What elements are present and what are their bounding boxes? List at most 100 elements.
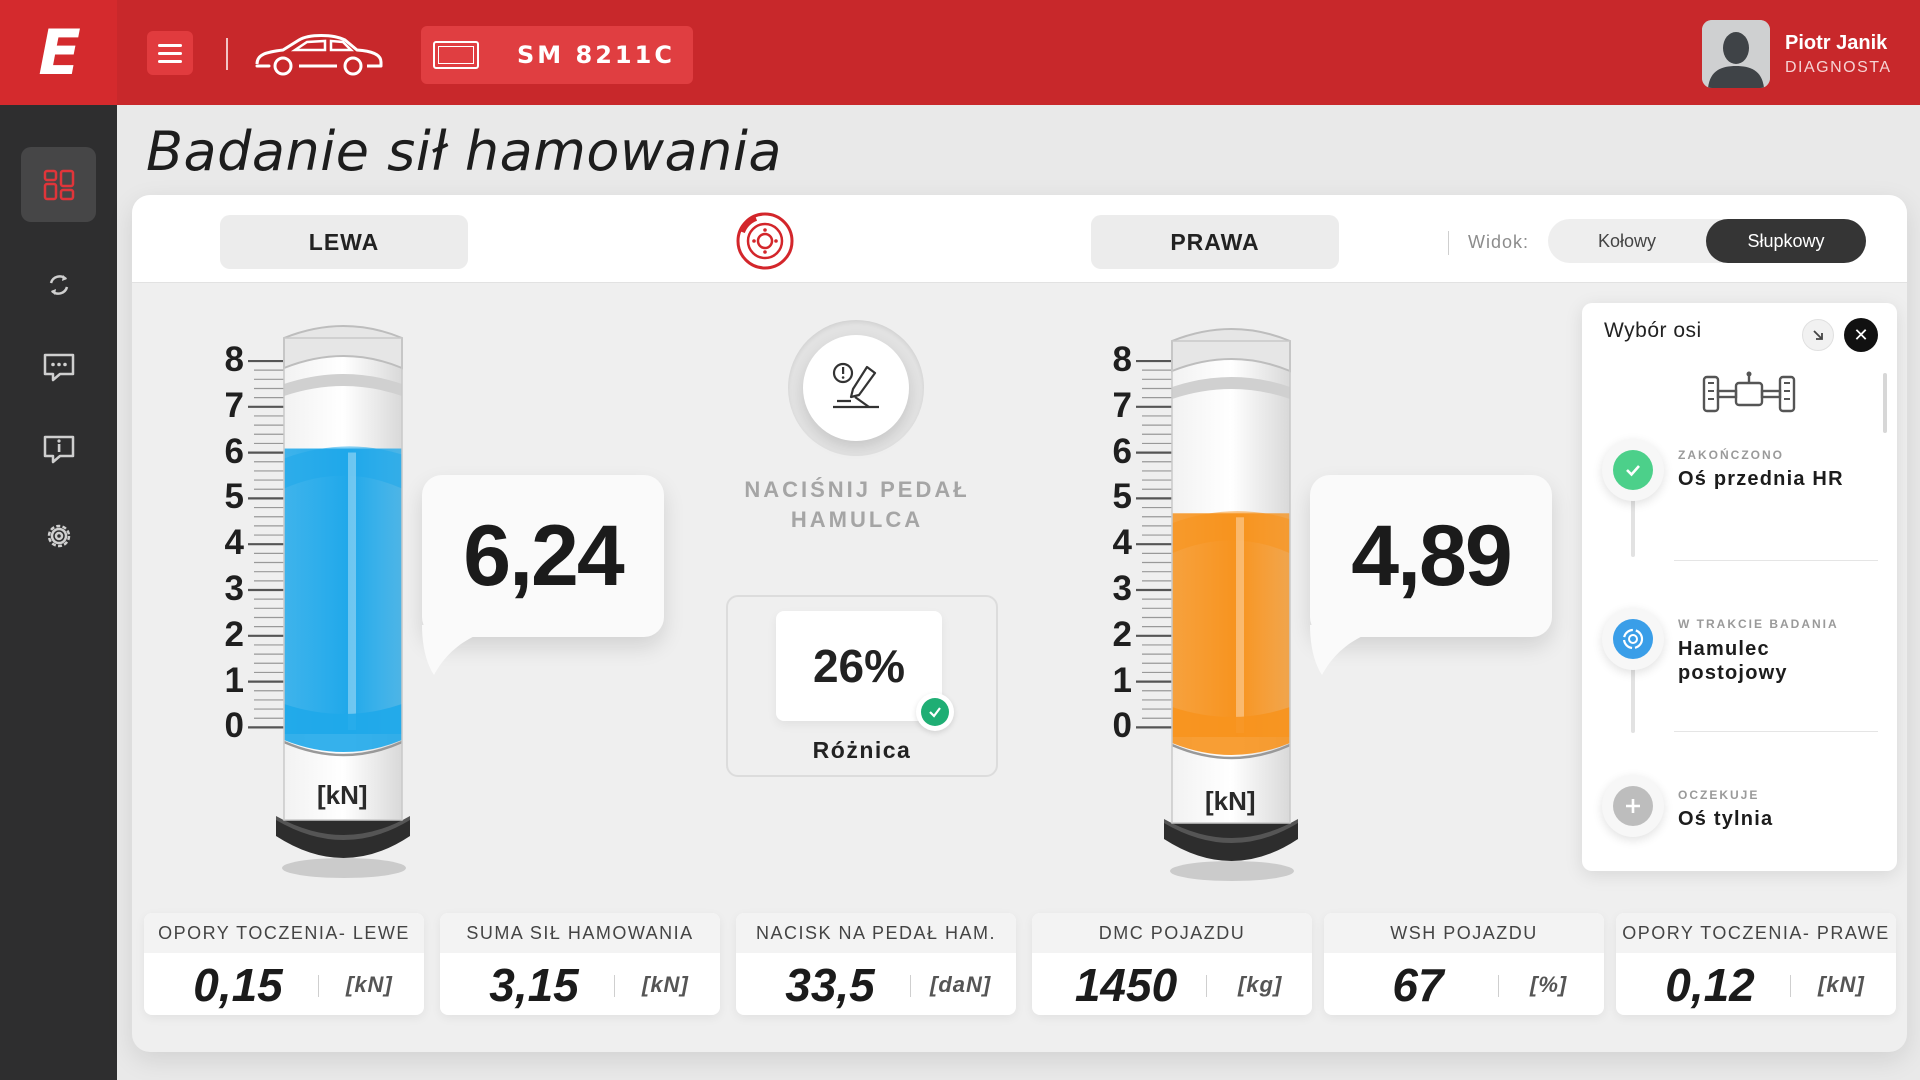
- avatar[interactable]: [1702, 20, 1770, 88]
- user-role: DIAGNOSTA: [1785, 59, 1892, 76]
- info-message-icon: [43, 435, 74, 463]
- vehicle-plate[interactable]: SM 8211C: [421, 26, 693, 84]
- scale-label: 6: [224, 431, 244, 471]
- brake-disc-icon: [736, 212, 794, 270]
- menu-button[interactable]: [147, 31, 193, 75]
- axis-panel-title: Wybór osi: [1604, 319, 1702, 342]
- stat-unit: [%]: [1530, 972, 1568, 997]
- plate-number: SM 8211C: [517, 41, 675, 69]
- scale-label: 3: [224, 569, 244, 608]
- right-bubble-tail: [1310, 625, 1400, 675]
- user-name[interactable]: Piotr Janik: [1785, 32, 1887, 55]
- difference-box: 26% Różnica: [726, 595, 998, 777]
- stat-label: SUMA SIŁ HAMOWANIA: [440, 913, 720, 953]
- step-front-axle[interactable]: [1602, 439, 1664, 501]
- stat-unit: [kN]: [642, 972, 689, 997]
- scale-label: 2: [1112, 614, 1132, 654]
- arrow-down-right-icon: [1813, 330, 1823, 340]
- stat-unit: [kN]: [346, 972, 393, 997]
- step-rear-axle[interactable]: [1602, 775, 1664, 837]
- axis-panel-scrollbar[interactable]: [1883, 373, 1887, 433]
- sidebar-item-dashboard[interactable]: [21, 147, 96, 222]
- stat-total-braking-force: SUMA SIŁ HAMOWANIA 3,15 [kN]: [440, 913, 720, 1015]
- stat-value: 67: [1392, 959, 1444, 1011]
- header-divider: [226, 38, 228, 70]
- dashboard-icon: [43, 169, 74, 200]
- user-silhouette-icon: [1702, 20, 1770, 88]
- stat-value: 3,15: [489, 959, 579, 1011]
- brake-test-panel: LEWA PRAWA Widok: Kołowy Słupkowy 8 7 6 5 4 3…: [132, 195, 1907, 1052]
- step-status: W TRAKCIE BADANIA: [1678, 617, 1839, 631]
- left-unit-label: [kN]: [317, 780, 368, 810]
- close-button[interactable]: ✕: [1844, 318, 1878, 352]
- sidebar-item-sync[interactable]: [21, 247, 96, 322]
- sidebar-item-info[interactable]: [21, 412, 96, 487]
- sidebar-item-messages[interactable]: [21, 330, 96, 405]
- stat-label: DMC POJAZDU: [1032, 913, 1312, 953]
- step-status: OCZEKUJE: [1678, 788, 1760, 802]
- tab-right[interactable]: PRAWA: [1091, 215, 1339, 269]
- stat-label: OPORY TOCZENIA- LEWE: [144, 913, 424, 953]
- axis-selection-panel: Wybór osi ✕ ZAKOŃCZONO Oś przednia HR W …: [1582, 303, 1897, 871]
- scale-label: 1: [1112, 660, 1132, 700]
- step-name: Hamulec postojowy: [1678, 638, 1788, 684]
- panel-header: LEWA PRAWA Widok: Kołowy Słupkowy: [132, 195, 1907, 283]
- scale-label: 4: [1112, 523, 1132, 563]
- step-name: Oś przednia HR: [1678, 468, 1844, 490]
- stat-value: 0,12: [1665, 959, 1755, 1011]
- gear-icon: [47, 524, 70, 547]
- scale-label: 7: [224, 385, 244, 425]
- left-bubble-tail: [422, 625, 512, 675]
- scale-label: 4: [224, 523, 244, 563]
- view-toggle[interactable]: Kołowy Słupkowy: [1548, 219, 1866, 263]
- plus-icon: [1613, 786, 1653, 826]
- step-status: ZAKOŃCZONO: [1678, 448, 1784, 462]
- view-option-pie[interactable]: Kołowy: [1548, 219, 1706, 263]
- car-icon[interactable]: [253, 30, 385, 76]
- stat-unit: [kg]: [1238, 972, 1283, 997]
- scale-label: 0: [224, 706, 244, 746]
- check-icon: [916, 693, 954, 731]
- scale-label: 8: [1112, 340, 1132, 379]
- close-icon: ✕: [1853, 324, 1869, 346]
- stat-label: OPORY TOCZENIA- PRAWE: [1616, 913, 1896, 953]
- brake-pedal-indicator: [788, 320, 924, 456]
- press-pedal-instruction: NACIŚNIJ PEDAŁ HAMULCA: [744, 477, 970, 532]
- sync-icon: [49, 274, 68, 295]
- right-force-value: 4,89: [1351, 507, 1512, 604]
- left-force-value: 6,24: [463, 507, 624, 604]
- step-name: Oś tylnia: [1678, 808, 1774, 830]
- tab-left[interactable]: LEWA: [220, 215, 468, 269]
- difference-label: Różnica: [812, 737, 912, 763]
- sidebar-item-settings[interactable]: [21, 498, 96, 573]
- stat-rolling-resistance-right: OPORY TOCZENIA- PRAWE 0,12 [kN]: [1616, 913, 1896, 1015]
- axle-icon: [1702, 371, 1796, 413]
- view-separator: [1448, 231, 1449, 255]
- left-value-bubble: 6,24: [422, 475, 664, 637]
- scale-label: 2: [224, 614, 244, 654]
- stat-label: NACISK NA PEDAŁ HAM.: [736, 913, 1016, 953]
- scale-label: 0: [1112, 706, 1132, 746]
- logo-text: E: [38, 16, 80, 89]
- view-option-bar[interactable]: Słupkowy: [1706, 219, 1866, 263]
- scale-label: 1: [224, 660, 244, 700]
- stat-pedal-force: NACISK NA PEDAŁ HAM. 33,5 [daN]: [736, 913, 1016, 1015]
- stat-value: 0,15: [193, 959, 283, 1011]
- sidebar: [0, 105, 117, 1080]
- stat-vehicle-gvw: DMC POJAZDU 1450 [kg]: [1032, 913, 1312, 1015]
- stat-braking-ratio: WSH POJAZDU 67 [%]: [1324, 913, 1604, 1015]
- check-circle-icon: [1613, 450, 1653, 490]
- right-value-bubble: 4,89: [1310, 475, 1552, 637]
- minimize-button[interactable]: [1802, 319, 1834, 351]
- in-progress-icon: [1613, 619, 1653, 659]
- right-unit-label: [kN]: [1205, 786, 1256, 816]
- hamburger-icon: [158, 43, 182, 47]
- top-bar: E SM 8211C Piotr Janik DIAGNOSTA: [0, 0, 1920, 105]
- stat-value: 33,5: [785, 959, 875, 1011]
- stat-label: WSH POJAZDU: [1324, 913, 1604, 953]
- scale-label: 8: [224, 340, 244, 379]
- app-logo[interactable]: E: [0, 0, 117, 105]
- scale-label: 7: [1112, 385, 1132, 425]
- step-parking-brake[interactable]: [1602, 608, 1664, 670]
- view-label: Widok:: [1468, 232, 1530, 252]
